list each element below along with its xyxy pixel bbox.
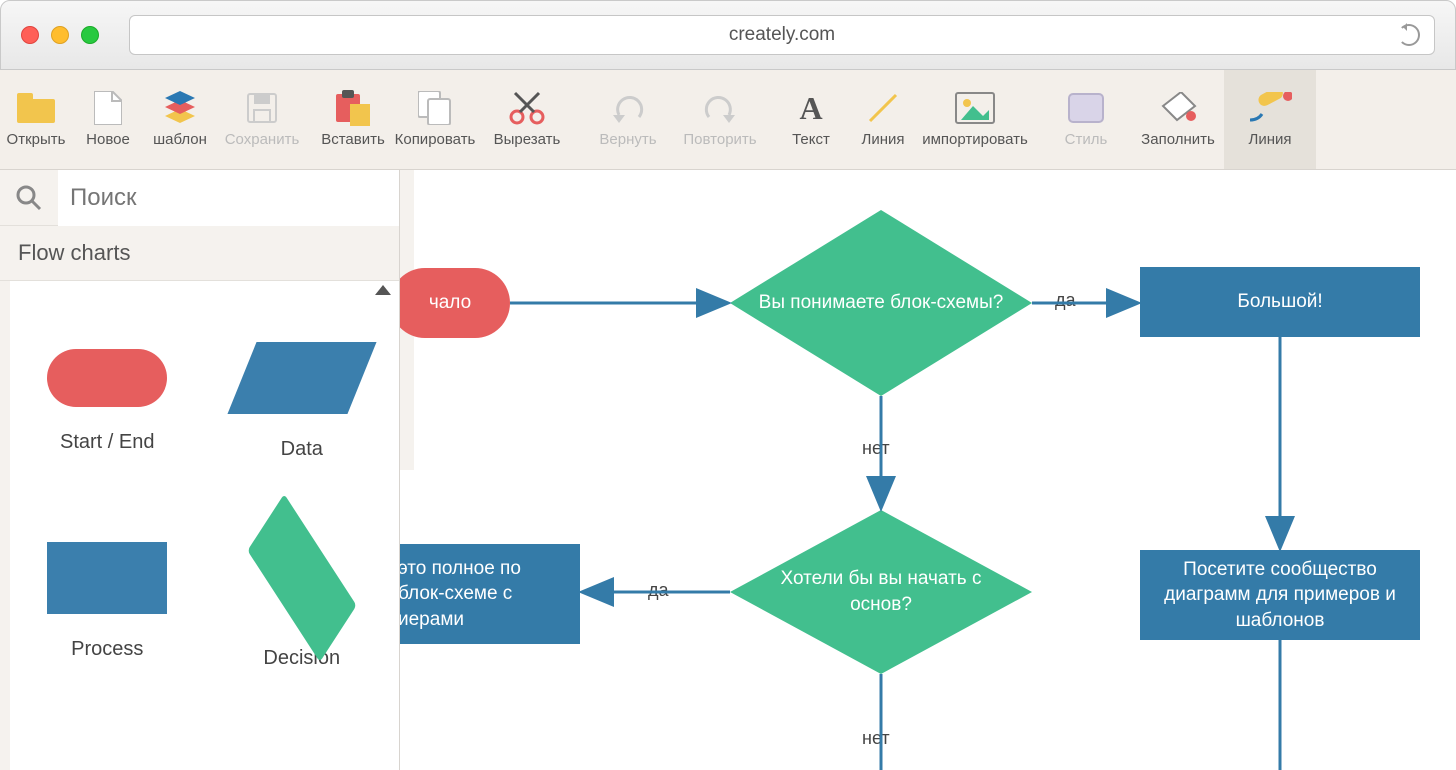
- paint-bucket-icon: [1156, 91, 1200, 125]
- shape-data[interactable]: Data: [205, 301, 400, 501]
- template-button[interactable]: шаблон: [144, 70, 216, 169]
- folder-icon: [14, 91, 58, 125]
- image-icon: [953, 91, 997, 125]
- process-shape-icon: [47, 542, 167, 614]
- line-style-button[interactable]: Линия: [1224, 70, 1316, 169]
- terminator-shape-icon: [47, 349, 167, 407]
- shapes-panel: Start / End Data Process Decision: [10, 281, 399, 770]
- scroll-up-icon[interactable]: [375, 285, 391, 295]
- flowchart-community-node[interactable]: Посетите сообщество диаграмм для примеро…: [1140, 550, 1420, 640]
- search-input[interactable]: [58, 170, 399, 226]
- new-document-icon: [86, 91, 130, 125]
- text-icon: A: [789, 91, 833, 125]
- copy-icon: [413, 91, 457, 125]
- shapes-sidebar: Flow charts Start / End Data Process Dec…: [0, 170, 400, 770]
- flowchart-start-node[interactable]: чало: [400, 268, 510, 338]
- edge-label-no-1: нет: [862, 438, 890, 459]
- clipboard-icon: [331, 91, 375, 125]
- undo-icon: [606, 91, 650, 125]
- edge-label-yes-2: да: [648, 580, 669, 601]
- maximize-window-icon[interactable]: [81, 26, 99, 44]
- new-button[interactable]: Новое: [72, 70, 144, 169]
- url-text: creately.com: [729, 24, 835, 46]
- line-tool-icon: [861, 91, 905, 125]
- redo-button[interactable]: Повторить: [674, 70, 766, 169]
- scissors-icon: [505, 91, 549, 125]
- style-swatch-icon: [1064, 91, 1108, 125]
- import-button[interactable]: импортировать: [919, 70, 1031, 169]
- shape-category-header[interactable]: Flow charts: [0, 226, 399, 281]
- decision-shape-icon: [247, 493, 356, 661]
- flowchart-decision-1[interactable]: Вы понимаете блок-схемы?: [730, 210, 1032, 396]
- fill-button[interactable]: Заполнить: [1132, 70, 1224, 169]
- redo-icon: [698, 91, 742, 125]
- window-controls: [21, 26, 99, 44]
- edge-label-yes-1: да: [1055, 290, 1076, 311]
- cut-button[interactable]: Вырезать: [481, 70, 573, 169]
- search-row: [0, 170, 399, 226]
- shape-start-end[interactable]: Start / End: [10, 301, 205, 501]
- close-window-icon[interactable]: [21, 26, 39, 44]
- paste-button[interactable]: Вставить: [317, 70, 389, 169]
- line-tool-button[interactable]: Линия: [847, 70, 919, 169]
- minimize-window-icon[interactable]: [51, 26, 69, 44]
- toolbar: Открыть Новое шаблон Сохранить Вста: [0, 70, 1456, 170]
- style-button[interactable]: Стиль: [1040, 70, 1132, 169]
- copy-button[interactable]: Копировать: [389, 70, 481, 169]
- text-tool-button[interactable]: A Текст: [775, 70, 847, 169]
- url-bar[interactable]: creately.com: [129, 15, 1435, 55]
- shape-decision[interactable]: Decision: [205, 501, 400, 701]
- flowchart-guide-node[interactable]: это полное по блок-схеме с иерами: [400, 544, 580, 644]
- browser-chrome: creately.com: [0, 0, 1456, 70]
- flowchart-great-node[interactable]: Большой!: [1140, 267, 1420, 337]
- layers-icon: [158, 91, 202, 125]
- flowchart-decision-2[interactable]: Хотели бы вы начать с основ?: [730, 510, 1032, 674]
- undo-button[interactable]: Вернуть: [582, 70, 674, 169]
- diagram-canvas[interactable]: чало Вы понимаете блок-схемы? Большой! Х…: [400, 170, 1456, 770]
- data-shape-icon: [227, 342, 376, 414]
- open-button[interactable]: Открыть: [0, 70, 72, 169]
- pencil-line-icon: [1248, 91, 1292, 125]
- shape-process[interactable]: Process: [10, 501, 205, 701]
- edge-label-no-2: нет: [862, 728, 890, 749]
- save-button[interactable]: Сохранить: [216, 70, 308, 169]
- search-icon[interactable]: [0, 185, 58, 211]
- reload-icon[interactable]: [1398, 24, 1420, 46]
- save-icon: [240, 91, 284, 125]
